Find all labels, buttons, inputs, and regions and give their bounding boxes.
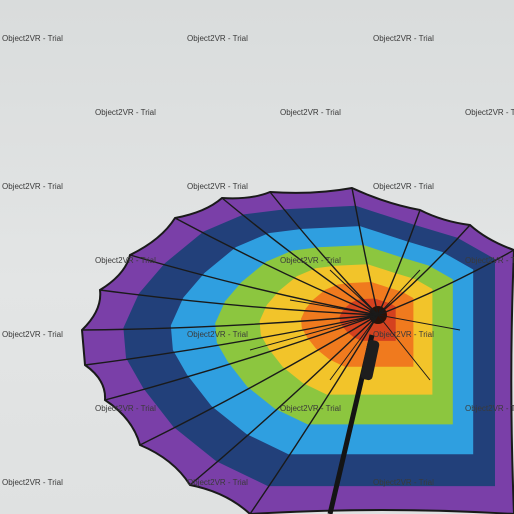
umbrella-image xyxy=(80,186,514,514)
product-viewer-scene[interactable]: Object2VR - Trial Object2VR - Trial Object… xyxy=(0,0,514,514)
umbrella-canopy xyxy=(82,188,514,514)
